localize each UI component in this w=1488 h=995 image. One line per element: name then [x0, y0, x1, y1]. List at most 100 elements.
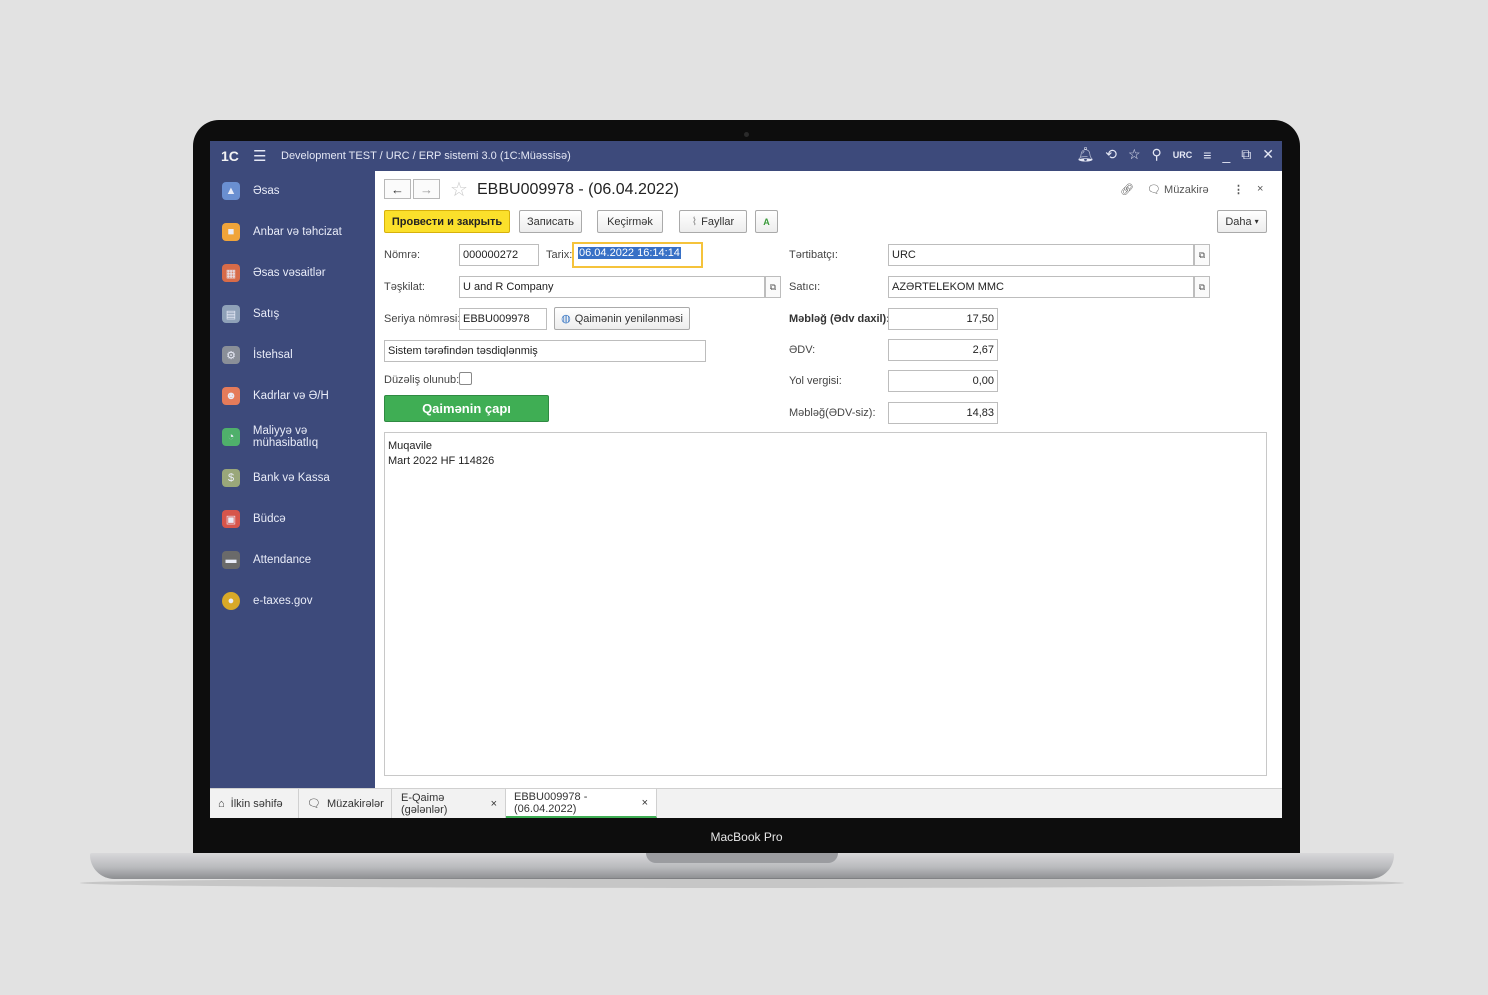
corrected-checkbox[interactable]: [459, 372, 472, 385]
factory-icon: ⚙: [222, 346, 240, 364]
screen: 1C ☰ Development TEST / URC / ERP sistem…: [210, 141, 1282, 818]
date-field[interactable]: 06.04.2022 16:14:14: [572, 242, 703, 268]
close-icon[interactable]: ✕: [1262, 146, 1274, 163]
emblem-icon: ●: [222, 592, 240, 610]
sidebar-item-satis[interactable]: ▤ Satış: [210, 302, 375, 326]
road-tax-field[interactable]: 0,00: [888, 370, 998, 392]
print-invoice-button[interactable]: Qaimənin çapı: [384, 395, 549, 422]
sidebar-item-esas[interactable]: ▲ Əsas: [210, 179, 375, 203]
back-button[interactable]: ←: [384, 179, 411, 199]
net-field[interactable]: 14,83: [888, 402, 998, 424]
chat-icon: 🗨︎: [1147, 184, 1161, 196]
minimize-icon[interactable]: _: [1222, 147, 1230, 163]
tab-einvoice[interactable]: E-Qaimə (gələnlər) ×: [393, 789, 506, 818]
org-field[interactable]: U and R Company: [459, 276, 765, 298]
sidebar-item-esas-vesaitler[interactable]: ▦ Əsas vəsaitlər: [210, 261, 375, 285]
laptop-notch: [646, 853, 838, 863]
seller-field[interactable]: AZƏRTELEKOM MMC: [888, 276, 1194, 298]
org-label: Təşkilat:: [384, 281, 425, 293]
search-icon[interactable]: ⚲: [1152, 146, 1162, 163]
forward-button[interactable]: →: [413, 179, 440, 199]
app-logo: 1C: [221, 148, 239, 164]
discuss-button[interactable]: 🗨︎ Müzakirə: [1147, 183, 1209, 196]
date-value: 06.04.2022 16:14:14: [578, 247, 681, 259]
seller-label: Satıcı:: [789, 281, 821, 293]
transfer-button[interactable]: Keçirmək: [597, 210, 663, 233]
topbar-actions: 🔔︎ ⟲ ☆ ⚲ URC ≡ _ ⧉ ✕: [1076, 146, 1274, 163]
user-name[interactable]: URC: [1173, 150, 1193, 160]
date-label: Tarix:: [546, 249, 573, 261]
write-button[interactable]: Записать: [519, 210, 582, 233]
arrow-right-icon: →: [420, 181, 433, 197]
link-icon[interactable]: 🔗︎: [1120, 183, 1134, 196]
sidebar-item-bank[interactable]: $ Bank və Kassa: [210, 466, 375, 490]
camera: [744, 132, 749, 137]
tab-label: EBBU009978 - (06.04.2022): [514, 790, 588, 815]
comment-line: Muqavile: [388, 440, 433, 452]
series-label: Seriya nömrəsi:: [384, 313, 461, 325]
box-icon: ■: [222, 223, 240, 241]
sidebar-item-kadrlar[interactable]: ☻ Kadrlar və Ə/H: [210, 384, 375, 408]
author-field[interactable]: URC: [888, 244, 1194, 266]
close-form-icon[interactable]: ×: [1257, 183, 1263, 195]
sidebar-item-label: Büdcə: [253, 513, 286, 525]
sidebar-item-anbar[interactable]: ■ Anbar və təhcizat: [210, 220, 375, 244]
sidebar-item-budce[interactable]: ▣ Büdcə: [210, 507, 375, 531]
tab-discussions[interactable]: 🗨︎ Müzakirələr: [299, 789, 392, 818]
comment-textarea[interactable]: Muqavile Mart 2022 HF 114826: [384, 432, 1267, 776]
sidebar-item-label: Əsas: [253, 185, 280, 197]
sidebar-item-label: Attendance: [253, 554, 312, 566]
globe-icon: ◍: [561, 313, 571, 325]
document-form: ← → ☆ EBBU009978 - (06.04.2022) 🔗︎ 🗨︎ Mü…: [375, 171, 1282, 788]
sidebar-item-etaxes[interactable]: ● e-taxes.gov: [210, 589, 375, 613]
favorite-star-icon[interactable]: ☆: [450, 177, 468, 202]
tab-label: Müzakirələr: [326, 797, 384, 810]
vat-field[interactable]: 2,67: [888, 339, 998, 361]
refresh-invoice-button[interactable]: ◍ Qaimənin yenilənməsi: [554, 307, 690, 330]
sidebar-item-label: Əsas vəsaitlər: [253, 267, 326, 279]
chevron-down-icon: ▾: [1254, 217, 1259, 226]
star-icon[interactable]: ☆: [1128, 146, 1141, 163]
sidebar-item-istehsal[interactable]: ⚙ İstehsal: [210, 343, 375, 367]
sidebar: ▲ Əsas ■ Anbar və təhcizat ▦ Əsas vəsait…: [210, 171, 375, 788]
sidebar-item-label: Kadrlar və Ə/H: [253, 390, 329, 402]
total-field[interactable]: 17,50: [888, 308, 998, 330]
money-icon: $: [222, 469, 240, 487]
settings-icon[interactable]: ≡: [1203, 147, 1211, 163]
sidebar-item-attendance[interactable]: ▬ Attendance: [210, 548, 375, 572]
total-label: Məbləğ (Ədv daxil):: [789, 313, 890, 325]
translit-icon[interactable]: A: [755, 210, 778, 233]
seller-open-icon[interactable]: ⧉: [1194, 276, 1210, 298]
sidebar-item-label: Anbar və təhcizat: [253, 226, 342, 238]
sidebar-item-label: İstehsal: [253, 349, 293, 361]
files-button[interactable]: ⌇ Fayllar: [679, 210, 747, 233]
bell-icon[interactable]: 🔔︎: [1076, 146, 1094, 163]
tab-document[interactable]: EBBU009978 - (06.04.2022) ×: [506, 789, 657, 818]
cash-register-icon: ▤: [222, 305, 240, 323]
tab-home[interactable]: ⌂ İlkin səhifə: [210, 789, 299, 818]
close-tab-icon[interactable]: ×: [491, 798, 497, 810]
history-icon[interactable]: ⟲: [1105, 146, 1117, 163]
paperclip-icon: ⌇: [691, 216, 698, 228]
road-tax-label: Yol vergisi:: [789, 375, 842, 387]
sidebar-item-label: e-taxes.gov: [253, 595, 313, 607]
net-label: Məbləğ(ƏDV-siz):: [789, 407, 876, 419]
series-field[interactable]: EBBU009978: [459, 308, 547, 330]
restore-icon[interactable]: ⧉: [1241, 146, 1251, 163]
app-topbar: 1C ☰ Development TEST / URC / ERP sistem…: [210, 141, 1282, 171]
refresh-invoice-label: Qaimənin yenilənməsi: [574, 312, 683, 325]
author-open-icon[interactable]: ⧉: [1194, 244, 1210, 266]
close-tab-icon[interactable]: ×: [642, 797, 648, 809]
laptop-shadow: [80, 878, 1404, 888]
more-button[interactable]: Daha ▾: [1217, 210, 1267, 233]
number-field[interactable]: 000000272: [459, 244, 539, 266]
org-open-icon[interactable]: ⧉: [765, 276, 781, 298]
menu-icon[interactable]: ☰: [253, 147, 266, 165]
status-field: Sistem tərəfindən təsdiqlənmiş: [384, 340, 706, 362]
home-icon: ▲: [222, 182, 240, 200]
sidebar-item-maliyye[interactable]: ◔ Maliyyə və mühasibatlıq: [210, 425, 375, 449]
more-menu-icon[interactable]: ⋮: [1233, 183, 1244, 196]
post-and-close-button[interactable]: Провести и закрыть: [384, 210, 510, 233]
number-label: Nömrə:: [384, 249, 421, 261]
assets-icon: ▦: [222, 264, 240, 282]
